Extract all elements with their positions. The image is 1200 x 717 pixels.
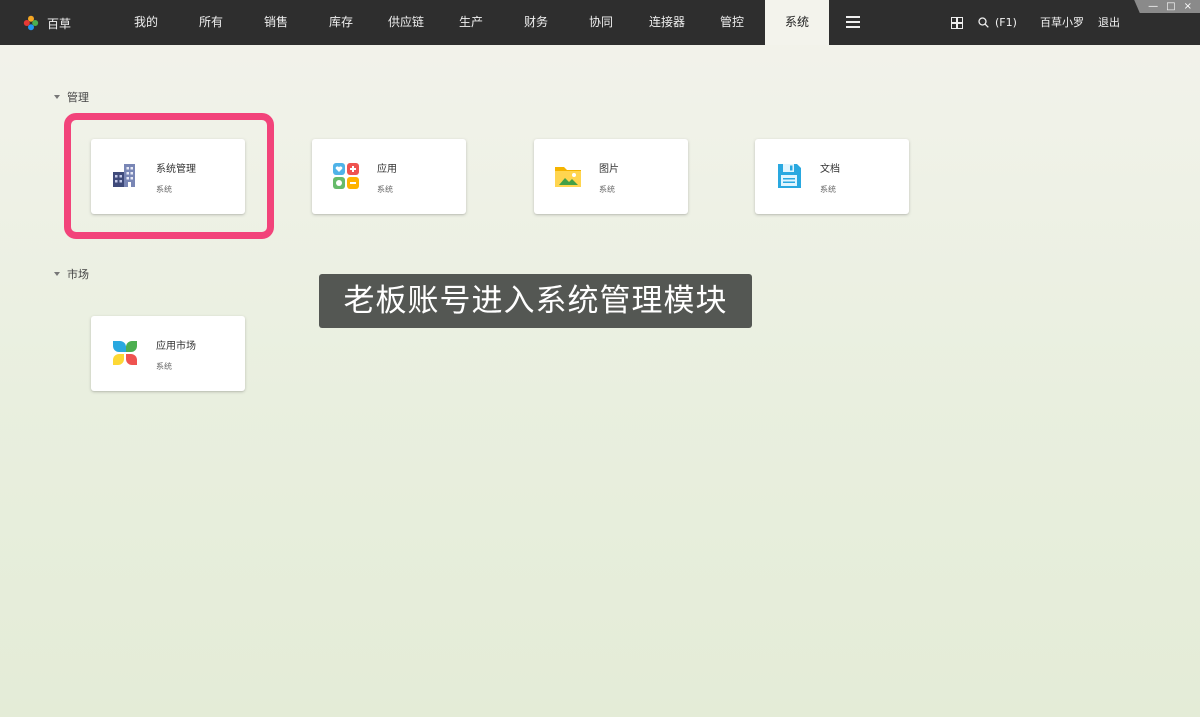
- logout-button[interactable]: 退出: [1098, 0, 1120, 45]
- caret-down-icon: [54, 272, 60, 276]
- top-nav-bar: 百草 我的 所有 销售 库存 供应链 生产 财务 协同 连接器 管控 系统 (F…: [0, 0, 1200, 45]
- nav-item-finance[interactable]: 财务: [516, 0, 556, 45]
- window-controls: — □ ×: [1134, 0, 1200, 13]
- card-subtitle: 系统: [156, 362, 172, 371]
- nav-item-mine[interactable]: 我的: [126, 0, 166, 45]
- card-app-market[interactable]: 应用市场 系统: [91, 316, 245, 391]
- card-title: 应用: [377, 164, 397, 175]
- section-title: 管理: [67, 91, 89, 104]
- pinwheel-logo-icon: [23, 15, 39, 31]
- card-documents[interactable]: 文档 系统: [755, 139, 909, 214]
- section-header-market[interactable]: 市场: [54, 266, 89, 282]
- search-shortcut-label: (F1): [995, 16, 1017, 29]
- card-subtitle: 系统: [377, 185, 393, 194]
- highlight-box: [64, 113, 274, 239]
- nav-item-supply-chain[interactable]: 供应链: [380, 0, 432, 45]
- close-button[interactable]: ×: [1184, 0, 1192, 13]
- app-market-icon: [113, 341, 137, 365]
- section-header-management[interactable]: 管理: [54, 89, 89, 105]
- nav-item-inventory[interactable]: 库存: [321, 0, 361, 45]
- nav-item-collaboration[interactable]: 协同: [581, 0, 621, 45]
- card-subtitle: 系统: [599, 185, 615, 194]
- menu-icon[interactable]: [846, 16, 860, 28]
- video-caption: 老板账号进入系统管理模块: [319, 274, 752, 328]
- minimize-button[interactable]: —: [1148, 0, 1158, 13]
- card-images[interactable]: 图片 系统: [534, 139, 688, 214]
- image-folder-icon: [555, 167, 581, 187]
- nav-item-all[interactable]: 所有: [191, 0, 231, 45]
- card-title: 图片: [599, 164, 619, 175]
- app-logo[interactable]: 百草: [23, 14, 71, 32]
- app-name: 百草: [47, 16, 72, 31]
- caret-down-icon: [54, 95, 60, 99]
- nav-item-sales[interactable]: 销售: [256, 0, 296, 45]
- maximize-button[interactable]: □: [1166, 0, 1175, 13]
- card-subtitle: 系统: [820, 185, 836, 194]
- user-name[interactable]: 百草小罗: [1040, 0, 1084, 45]
- floppy-disk-icon: [778, 164, 801, 188]
- nav-item-system[interactable]: 系统: [765, 0, 829, 45]
- apps-icon: [333, 163, 359, 189]
- search-button[interactable]: (F1): [978, 0, 1017, 45]
- nav-item-production[interactable]: 生产: [451, 0, 491, 45]
- card-apps[interactable]: 应用 系统: [312, 139, 466, 214]
- search-icon: [978, 17, 989, 28]
- card-title: 应用市场: [156, 341, 196, 352]
- section-title: 市场: [67, 268, 89, 281]
- nav-item-connector[interactable]: 连接器: [641, 0, 693, 45]
- nav-item-control[interactable]: 管控: [712, 0, 752, 45]
- card-title: 文档: [820, 164, 840, 175]
- grid-icon[interactable]: [951, 17, 963, 29]
